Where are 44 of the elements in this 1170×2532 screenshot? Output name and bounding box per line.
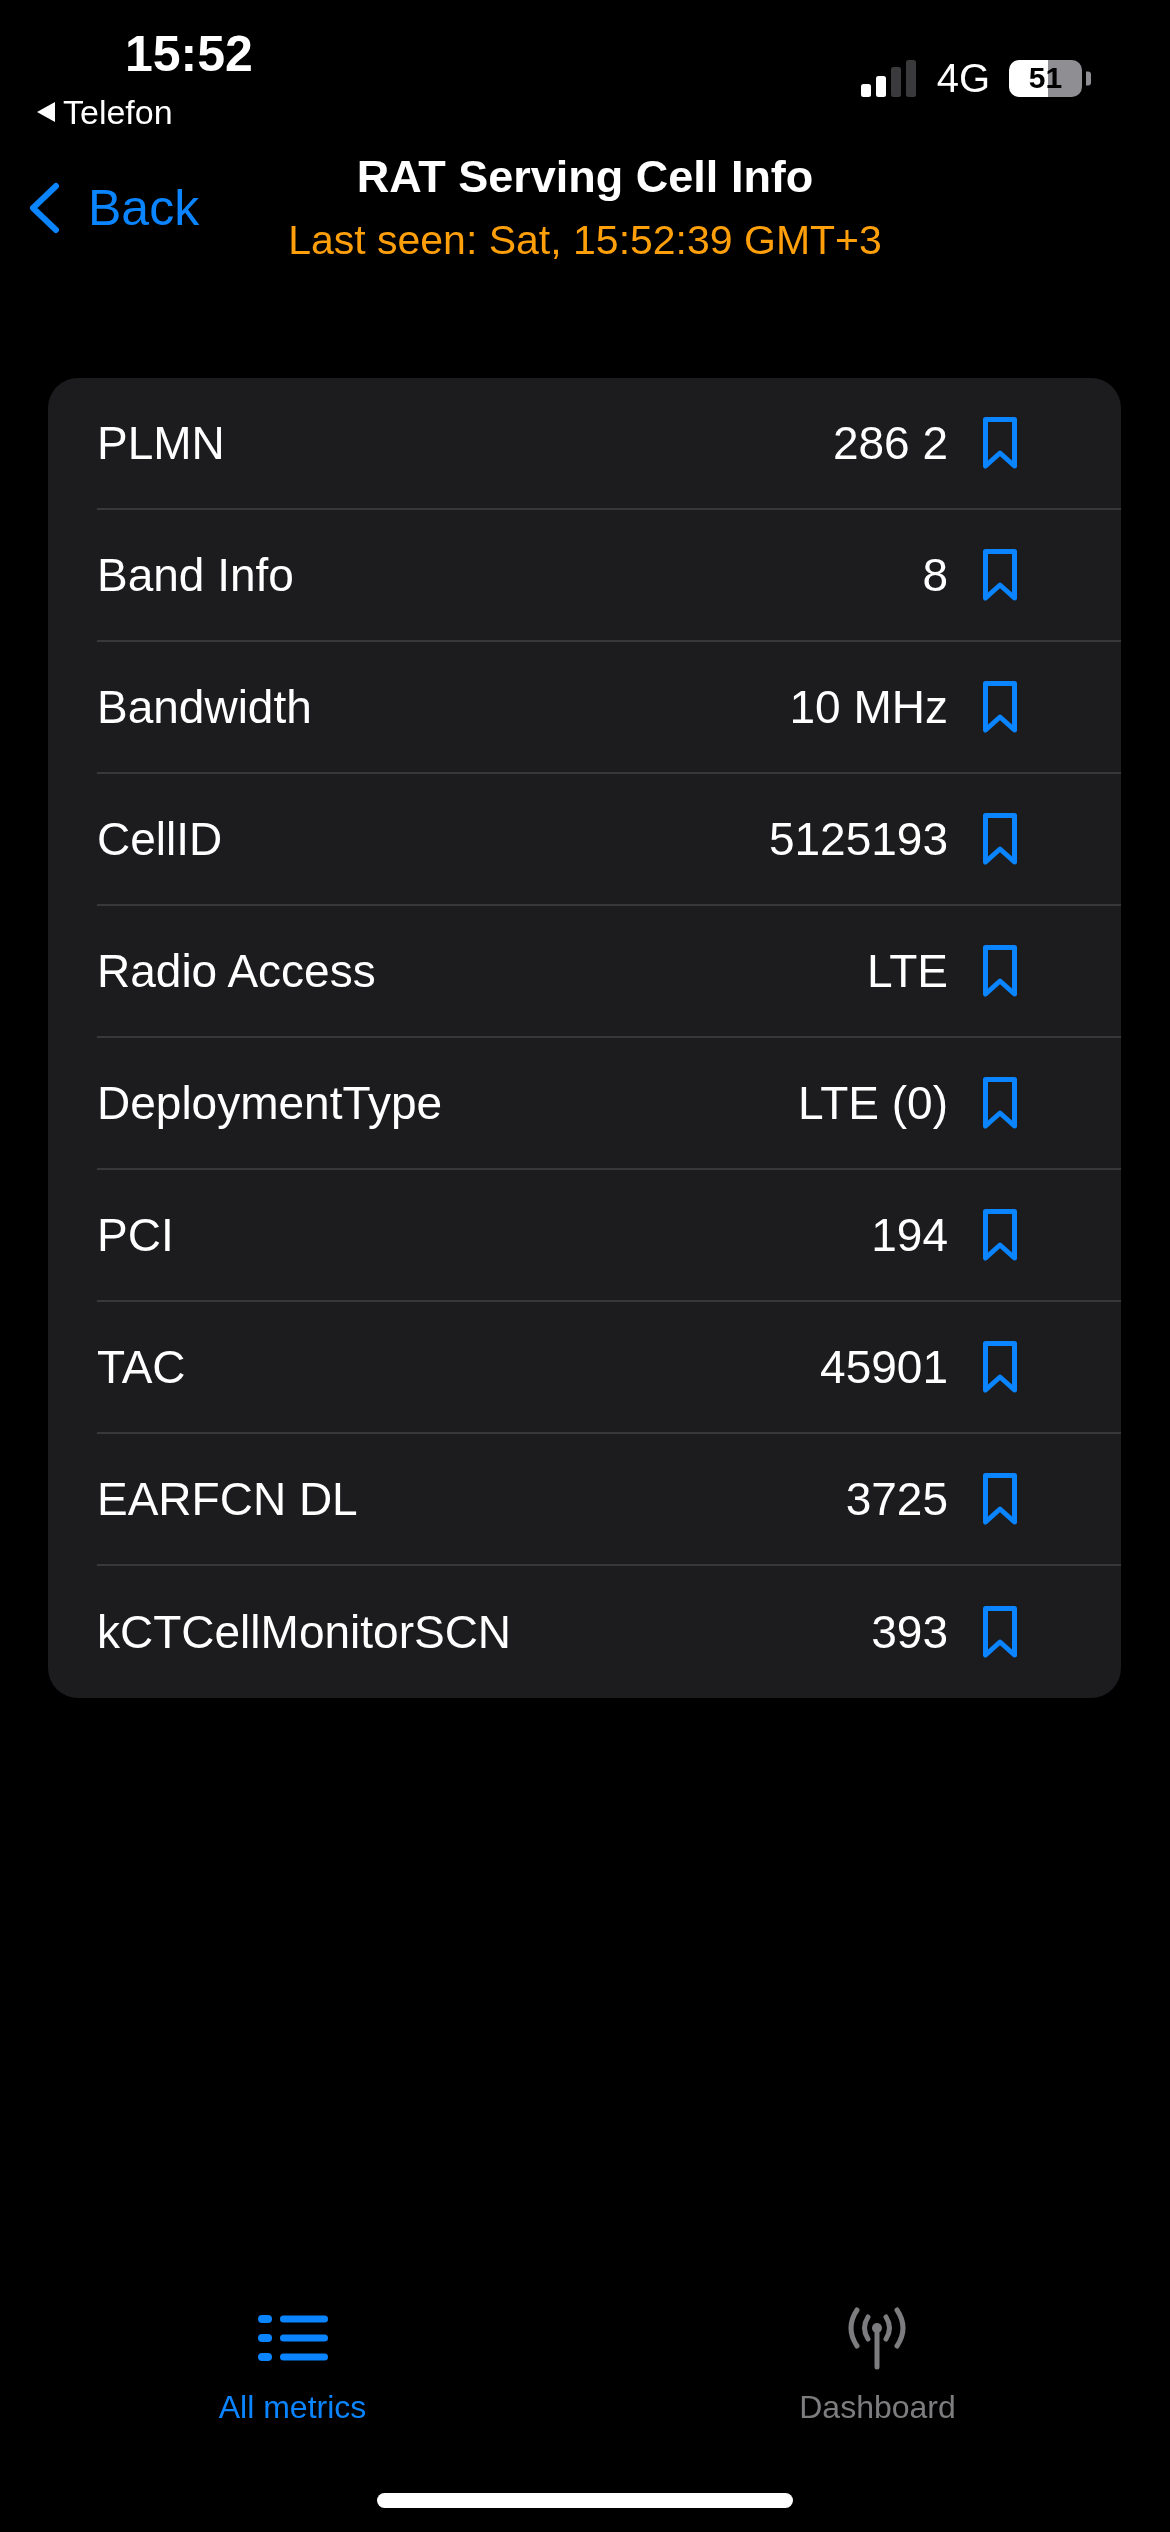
bookmark-icon[interactable] (982, 812, 1018, 866)
bookmark-icon[interactable] (982, 680, 1018, 734)
row-value: 10 MHz (789, 680, 948, 734)
row-label: CellID (97, 812, 223, 866)
tab-button[interactable]: Dashboard (799, 2306, 956, 2427)
row-value: 3725 (845, 1472, 948, 1526)
row-label: kCTCellMonitorSCN (97, 1605, 512, 1659)
row-label: EARFCN DL (97, 1472, 358, 1526)
bookmark-icon[interactable] (982, 416, 1018, 470)
list-icon (257, 2314, 328, 2362)
signal-icon (860, 59, 917, 97)
row-value: LTE (0) (798, 1076, 948, 1130)
bookmark-icon[interactable] (982, 1076, 1018, 1130)
row-label: PLMN (97, 416, 225, 470)
last-seen-text: Last seen: Sat, 15:52:39 GMT+3 (288, 216, 882, 265)
chevron-left-icon (28, 181, 60, 234)
back-button[interactable]: Back (28, 179, 200, 236)
tab-button[interactable]: All metrics (218, 2306, 367, 2427)
left-triangle-icon (37, 102, 55, 122)
network-type: 4G (936, 58, 990, 98)
bookmark-icon[interactable] (982, 548, 1018, 602)
status-time: 15:52 (125, 26, 253, 82)
back-to-app-button[interactable]: Telefon (37, 92, 253, 132)
row-label: DeploymentType (97, 1076, 443, 1130)
row-label: PCI (97, 1208, 174, 1262)
row-value: 194 (871, 1208, 948, 1262)
row-value: 5125193 (768, 812, 948, 866)
row-value: 286 2 (832, 416, 948, 470)
row-value: 8 (922, 548, 948, 602)
bookmark-icon[interactable] (982, 1208, 1018, 1262)
battery-percentage: 51 (1028, 63, 1063, 93)
bookmark-icon[interactable] (982, 1340, 1018, 1394)
row-label: Radio Access (97, 944, 376, 998)
bookmark-icon[interactable] (982, 1605, 1018, 1659)
bookmark-icon[interactable] (982, 1472, 1018, 1526)
row-value: 393 (871, 1605, 948, 1659)
row-value: 45901 (820, 1340, 948, 1394)
row-label: Band Info (97, 548, 294, 602)
bookmark-icon[interactable] (982, 944, 1018, 998)
row-label: TAC (97, 1340, 186, 1394)
row-label: Bandwidth (97, 680, 312, 734)
battery-icon (1009, 59, 1091, 97)
screen-title: RAT Serving Cell Info (356, 150, 814, 204)
row-value: LTE (867, 944, 948, 998)
